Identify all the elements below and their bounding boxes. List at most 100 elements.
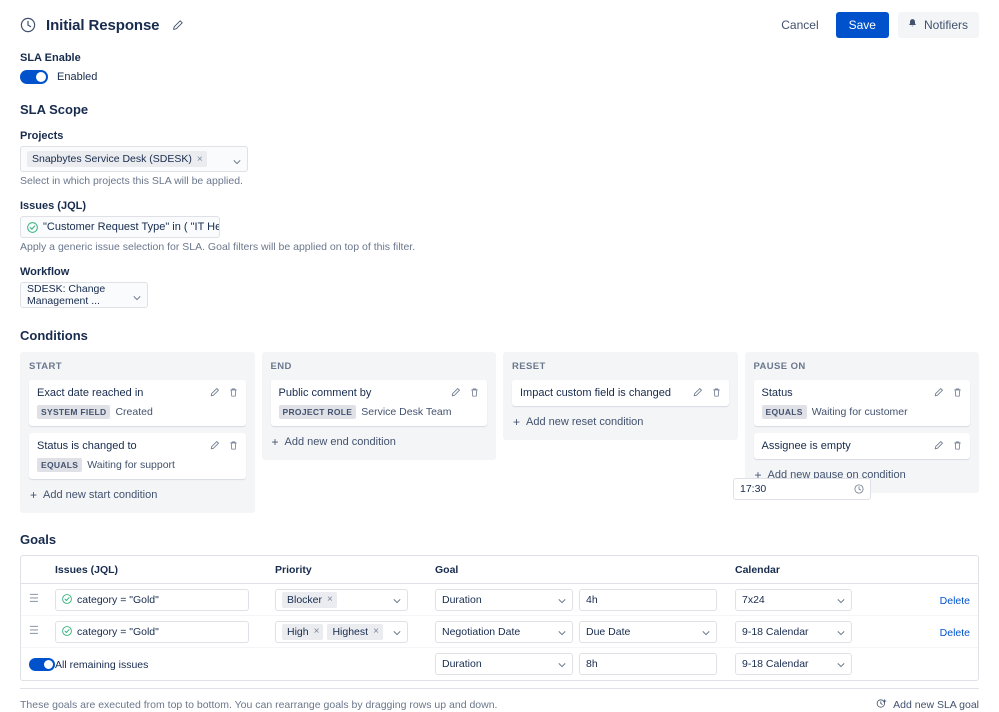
priority-chip-label: Highest xyxy=(332,625,369,638)
remaining-calendar-value: 9-18 Calendar xyxy=(742,658,809,670)
delete-icon[interactable] xyxy=(711,387,722,398)
drag-handle-icon[interactable]: ☰ xyxy=(29,594,39,605)
priority-chip[interactable]: Blocker × xyxy=(282,591,337,608)
chevron-down-icon[interactable] xyxy=(233,155,241,165)
chevron-down-icon[interactable] xyxy=(133,291,141,301)
goal-row: ☰ category = "Gold" xyxy=(21,584,978,616)
cancel-button[interactable]: Cancel xyxy=(773,13,826,37)
goal-delete-cell: Delete xyxy=(855,593,970,607)
condition-card[interactable]: Public comment by PROJECT ROLE Service D… xyxy=(270,380,487,426)
project-chip-remove-icon[interactable]: × xyxy=(197,154,203,165)
notifiers-button[interactable]: Notifiers xyxy=(897,12,979,38)
chevron-down-icon[interactable] xyxy=(558,628,566,636)
issues-jql-input[interactable]: "Customer Request Type" in ( "IT Help", … xyxy=(20,216,220,238)
projects-help: Select in which projects this SLA will b… xyxy=(20,175,243,187)
remaining-calendar-select[interactable]: 9-18 Calendar xyxy=(735,653,852,675)
goal-type-select[interactable]: Duration xyxy=(435,588,573,611)
condition-meta-value: Waiting for customer xyxy=(811,406,908,418)
condition-card[interactable]: Status is changed to EQUALS Waiting for xyxy=(29,433,246,479)
goal-jql-input[interactable]: category = "Gold" xyxy=(55,588,249,611)
goal-delete-link[interactable]: Delete xyxy=(940,595,970,607)
goal-row-drag-handle[interactable]: ☰ xyxy=(29,594,55,605)
sla-enable-toggle[interactable] xyxy=(20,70,48,84)
condition-card-actions xyxy=(209,387,239,398)
add-end-condition-button[interactable]: + Add new end condition xyxy=(271,433,488,451)
delete-icon[interactable] xyxy=(952,440,963,451)
edit-title-icon[interactable] xyxy=(169,17,185,33)
goal-date-field-select[interactable]: Due Date xyxy=(579,620,717,643)
condition-card[interactable]: Assignee is empty xyxy=(753,433,970,459)
goals-footer: These goals are executed from top to bot… xyxy=(20,688,979,712)
condition-title: Exact date reached in xyxy=(37,387,144,399)
priority-chip[interactable]: High × xyxy=(282,623,324,640)
chevron-down-icon[interactable] xyxy=(837,628,845,636)
project-chip[interactable]: Snapbytes Service Desk (SDESK) × xyxy=(27,151,207,167)
edit-icon[interactable] xyxy=(692,387,703,398)
save-button[interactable]: Save xyxy=(835,12,889,38)
condition-card[interactable]: Status EQUALS Waiting for customer xyxy=(753,380,970,426)
projects-select[interactable]: Snapbytes Service Desk (SDESK) × xyxy=(20,146,248,172)
condition-title: Status is changed to xyxy=(37,440,137,452)
goal-calendar-select[interactable]: 7x24 xyxy=(735,588,852,611)
chevron-down-icon[interactable] xyxy=(558,596,566,604)
add-sla-goal-button[interactable]: Add new SLA goal xyxy=(876,698,979,712)
priority-chip-remove-icon[interactable]: × xyxy=(373,626,379,637)
remaining-goal-duration-value: 8h xyxy=(586,658,598,670)
edit-icon[interactable] xyxy=(209,387,220,398)
chevron-down-icon[interactable] xyxy=(558,660,566,668)
column-heading-reset: RESET xyxy=(512,361,546,372)
priority-chip[interactable]: Highest × xyxy=(327,623,383,640)
chevron-down-icon[interactable] xyxy=(837,596,845,604)
goals-title: Goals xyxy=(20,532,57,547)
chevron-down-icon[interactable] xyxy=(393,596,401,604)
priority-chip-label: Blocker xyxy=(287,593,323,606)
edit-icon[interactable] xyxy=(209,440,220,451)
goals-section: Goals Issues (JQL) Priority Goal Calenda… xyxy=(20,478,979,712)
delete-icon[interactable] xyxy=(952,387,963,398)
delete-icon[interactable] xyxy=(469,387,480,398)
check-circle-icon xyxy=(27,221,38,233)
goal-row-drag-handle[interactable]: ☰ xyxy=(29,626,55,637)
delete-icon[interactable] xyxy=(228,387,239,398)
delete-icon[interactable] xyxy=(228,440,239,451)
add-reset-condition-button[interactable]: + Add new reset condition xyxy=(512,413,729,431)
chevron-down-icon[interactable] xyxy=(837,660,845,668)
goal-priority-select[interactable]: High × Highest × xyxy=(275,620,408,643)
sla-enable-state-label: Enabled xyxy=(57,71,98,83)
goal-calendar-select[interactable]: 9-18 Calendar xyxy=(735,620,852,643)
header-issues-jql: Issues (JQL) xyxy=(55,563,119,576)
goal-priority-select[interactable]: Blocker × xyxy=(275,588,408,611)
edit-icon[interactable] xyxy=(933,387,944,398)
add-start-condition-button[interactable]: + Add new start condition xyxy=(29,486,246,504)
priority-chip-remove-icon[interactable]: × xyxy=(314,626,320,637)
condition-card[interactable]: Impact custom field is changed xyxy=(512,380,729,406)
chevron-down-icon[interactable] xyxy=(702,628,710,636)
goal-type-select[interactable]: Negotiation Date xyxy=(435,620,573,643)
drag-handle-icon[interactable]: ☰ xyxy=(29,626,39,637)
remaining-goal-type-value: Duration xyxy=(442,658,482,670)
remaining-goal-cell: Duration 8h xyxy=(435,653,735,675)
edit-icon[interactable] xyxy=(933,440,944,451)
condition-card[interactable]: Exact date reached in SYSTEM FIELD Creat… xyxy=(29,380,246,426)
condition-meta: PROJECT ROLE Service Desk Team xyxy=(278,405,480,419)
remaining-label-cell: All remaining issues xyxy=(55,657,275,671)
goal-delete-link[interactable]: Delete xyxy=(940,627,970,639)
goal-calendar-value: 9-18 Calendar xyxy=(742,625,809,638)
goal-jql-input[interactable]: category = "Gold" xyxy=(55,620,249,643)
goal-type-value: Negotiation Date xyxy=(442,625,521,638)
goal-time-value: 17:30 xyxy=(740,483,767,495)
goal-duration-input[interactable]: 4h xyxy=(579,588,717,611)
priority-chip-remove-icon[interactable]: × xyxy=(327,594,333,605)
remaining-issues-toggle[interactable] xyxy=(29,657,55,671)
conditions-title: Conditions xyxy=(20,328,88,343)
condition-meta: EQUALS Waiting for customer xyxy=(761,405,963,419)
clock-icon[interactable] xyxy=(854,484,864,494)
chevron-down-icon[interactable] xyxy=(393,628,401,636)
edit-icon[interactable] xyxy=(450,387,461,398)
remaining-goal-duration-input[interactable]: 8h xyxy=(579,653,717,675)
workflow-select[interactable]: SDESK: Change Management ... xyxy=(20,282,148,308)
remaining-goal-type-select[interactable]: Duration xyxy=(435,653,573,675)
workflow-value: SDESK: Change Management ... xyxy=(27,283,106,307)
condition-meta-value: Waiting for support xyxy=(87,459,175,471)
goal-time-input[interactable]: 17:30 xyxy=(733,478,871,500)
